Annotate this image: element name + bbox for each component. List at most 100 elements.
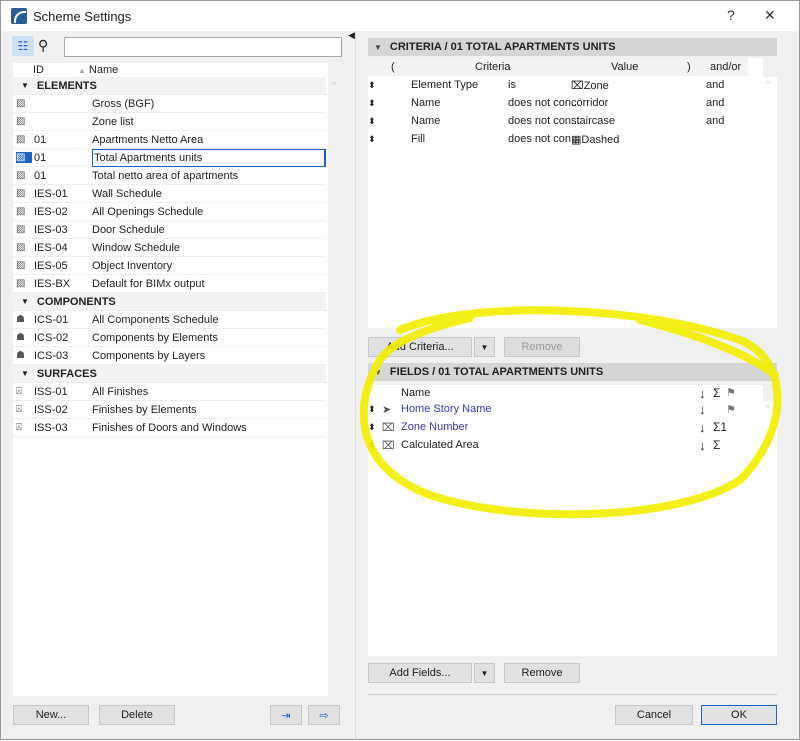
cancel-button[interactable]: Cancel <box>615 705 693 725</box>
item-name: All Components Schedule <box>92 313 219 326</box>
field-row[interactable]: ⬍ ⌧ Zone Number ↓ Σ1 <box>368 418 763 436</box>
help-button[interactable]: ? <box>727 7 735 23</box>
flag-icon[interactable]: ⚑ <box>726 403 736 416</box>
list-item[interactable]: ▨ IES-01 Wall Schedule <box>13 185 326 203</box>
criteria-value[interactable]: corridor <box>571 97 608 109</box>
sort-icon[interactable]: ↓ <box>699 402 706 417</box>
export-icon[interactable]: ⇨ <box>308 705 340 725</box>
list-item[interactable]: ⍓ ISS-01 All Finishes <box>13 383 326 401</box>
criteria-row[interactable]: ⬍ Name does not con... staircase and <box>368 112 763 130</box>
tree-view-toggle-icon[interactable]: ☷ <box>12 36 34 56</box>
list-item[interactable]: ▨ IES-05 Object Inventory <box>13 257 326 275</box>
drag-handle-icon[interactable]: ⬍ <box>368 80 376 91</box>
list-item[interactable]: ☗ ICS-01 All Components Schedule <box>13 311 326 329</box>
remove-fields-button[interactable]: Remove <box>504 663 580 683</box>
group-components[interactable]: ▼ COMPONENTS <box>13 293 326 311</box>
field-row[interactable]: ⬍ ➤ Home Story Name ↓ ⚑ <box>368 400 763 418</box>
drag-handle-icon[interactable]: ⬍ <box>368 404 376 415</box>
search-icon[interactable]: ⚲ <box>38 37 48 54</box>
list-scrollbar[interactable]: ^ <box>329 79 341 696</box>
criteria-scrollbar[interactable]: ^ <box>763 77 777 328</box>
list-item[interactable]: ⍓ ISS-03 Finishes of Doors and Windows <box>13 419 326 437</box>
criteria-field[interactable]: Fill <box>411 133 425 145</box>
import-icon[interactable]: ⇥ <box>270 705 302 725</box>
splitter[interactable] <box>355 31 356 741</box>
list-item[interactable]: ⍓ ISS-02 Finishes by Elements <box>13 401 326 419</box>
criteria-row[interactable]: ⬍ Element Type is ⌧Zone and <box>368 76 763 94</box>
group-elements[interactable]: ▼ ELEMENTS <box>13 77 326 95</box>
criteria-andor[interactable]: and <box>706 115 724 127</box>
sum-icon[interactable]: Σ1 <box>713 420 727 434</box>
criteria-operator[interactable]: does not con... <box>508 133 580 145</box>
new-button[interactable]: New... <box>13 705 89 725</box>
list-item[interactable]: ▨ Zone list <box>13 113 326 131</box>
criteria-row[interactable]: ⬍ Fill does not con... ▦Dashed <box>368 130 763 148</box>
fill-hatch-icon: ▨ <box>16 278 26 289</box>
close-button[interactable]: ✕ <box>764 7 776 24</box>
column-name[interactable]: Name <box>89 64 118 76</box>
criteria-field[interactable]: Element Type <box>411 79 478 91</box>
list-item[interactable]: ▨ IES-02 All Openings Schedule <box>13 203 326 221</box>
field-name[interactable]: Zone Number <box>401 421 468 433</box>
item-name: Apartments Netto Area <box>92 133 204 146</box>
item-name: Object Inventory <box>92 259 173 272</box>
col-name: Name <box>401 387 431 399</box>
drag-handle-icon[interactable]: ⬍ <box>368 440 376 451</box>
criteria-value[interactable]: Zone <box>584 80 609 92</box>
list-item[interactable]: ▨ IES-04 Window Schedule <box>13 239 326 257</box>
add-criteria-button[interactable]: Add Criteria... <box>368 337 472 357</box>
add-fields-button[interactable]: Add Fields... <box>368 663 472 683</box>
drag-handle-icon[interactable]: ⬍ <box>368 98 376 109</box>
add-criteria-dropdown-icon[interactable]: ▼ <box>474 337 495 357</box>
drag-handle-icon[interactable]: ⬍ <box>368 134 376 145</box>
sum-icon[interactable]: Σ <box>713 438 720 452</box>
criteria-row[interactable]: ⬍ Name does not con... corridor and <box>368 94 763 112</box>
item-name: Finishes of Doors and Windows <box>92 421 247 434</box>
delete-button[interactable]: Delete <box>99 705 175 725</box>
list-item[interactable]: ▨ 01 Total Apartments units <box>13 148 326 167</box>
criteria-operator[interactable]: does not con... <box>508 97 580 109</box>
list-item[interactable]: ▨ 01 Apartments Netto Area <box>13 131 326 149</box>
paint-brush-icon: ⍓ <box>16 422 22 433</box>
ok-button[interactable]: OK <box>701 705 777 725</box>
zone-icon: ⌧ <box>382 421 395 434</box>
sort-icon[interactable]: ↓ <box>699 438 706 453</box>
fill-hatch-icon: ▨ <box>16 260 26 271</box>
fields-scrollbar[interactable]: ^ <box>763 401 777 656</box>
fields-section-header[interactable]: ▼ FIELDS / 01 TOTAL APARTMENTS UNITS <box>368 363 777 381</box>
criteria-andor[interactable]: and <box>706 79 724 91</box>
drag-handle-icon[interactable]: ⬍ <box>368 116 376 127</box>
collapse-panel-icon[interactable]: ◀ <box>348 30 355 41</box>
list-item[interactable]: ▨ IES-03 Door Schedule <box>13 221 326 239</box>
app-logo-icon <box>11 8 27 24</box>
search-input[interactable] <box>64 37 342 57</box>
list-item[interactable]: ☗ ICS-02 Components by Elements <box>13 329 326 347</box>
criteria-value[interactable]: Dashed <box>581 134 619 146</box>
item-name: Gross (BGF) <box>92 97 155 110</box>
field-name[interactable]: Calculated Area <box>401 439 479 451</box>
sort-icon[interactable]: ↓ <box>699 420 706 435</box>
field-row[interactable]: ⬍ ⌧ Calculated Area ↓ Σ <box>368 436 763 454</box>
criteria-operator[interactable]: does not con... <box>508 115 580 127</box>
collapse-triangle-icon: ▼ <box>21 81 29 90</box>
components-icon: ☗ <box>16 332 25 343</box>
group-surfaces[interactable]: ▼ SURFACES <box>13 365 326 383</box>
criteria-field[interactable]: Name <box>411 115 440 127</box>
sum-icon: Σ <box>713 386 721 400</box>
list-item[interactable]: ▨ IES-BX Default for BIMx output <box>13 275 326 293</box>
criteria-operator[interactable]: is <box>508 79 516 91</box>
field-name[interactable]: Home Story Name <box>401 403 491 415</box>
item-id: IES-04 <box>34 241 68 254</box>
drag-handle-icon[interactable]: ⬍ <box>368 422 376 433</box>
list-item[interactable]: ☗ ICS-03 Components by Layers <box>13 347 326 365</box>
criteria-section-header[interactable]: ▼ CRITERIA / 01 TOTAL APARTMENTS UNITS <box>368 38 777 56</box>
criteria-field[interactable]: Name <box>411 97 440 109</box>
list-item[interactable]: ▨ Gross (BGF) <box>13 95 326 113</box>
column-id[interactable]: ID <box>33 64 78 76</box>
add-fields-dropdown-icon[interactable]: ▼ <box>474 663 495 683</box>
criteria-value[interactable]: staircase <box>571 115 615 127</box>
criteria-andor[interactable]: and <box>706 97 724 109</box>
list-item[interactable]: ▨ 01 Total netto area of apartments <box>13 167 326 185</box>
remove-criteria-button[interactable]: Remove <box>504 337 580 357</box>
col-criteria: Criteria <box>475 61 511 73</box>
